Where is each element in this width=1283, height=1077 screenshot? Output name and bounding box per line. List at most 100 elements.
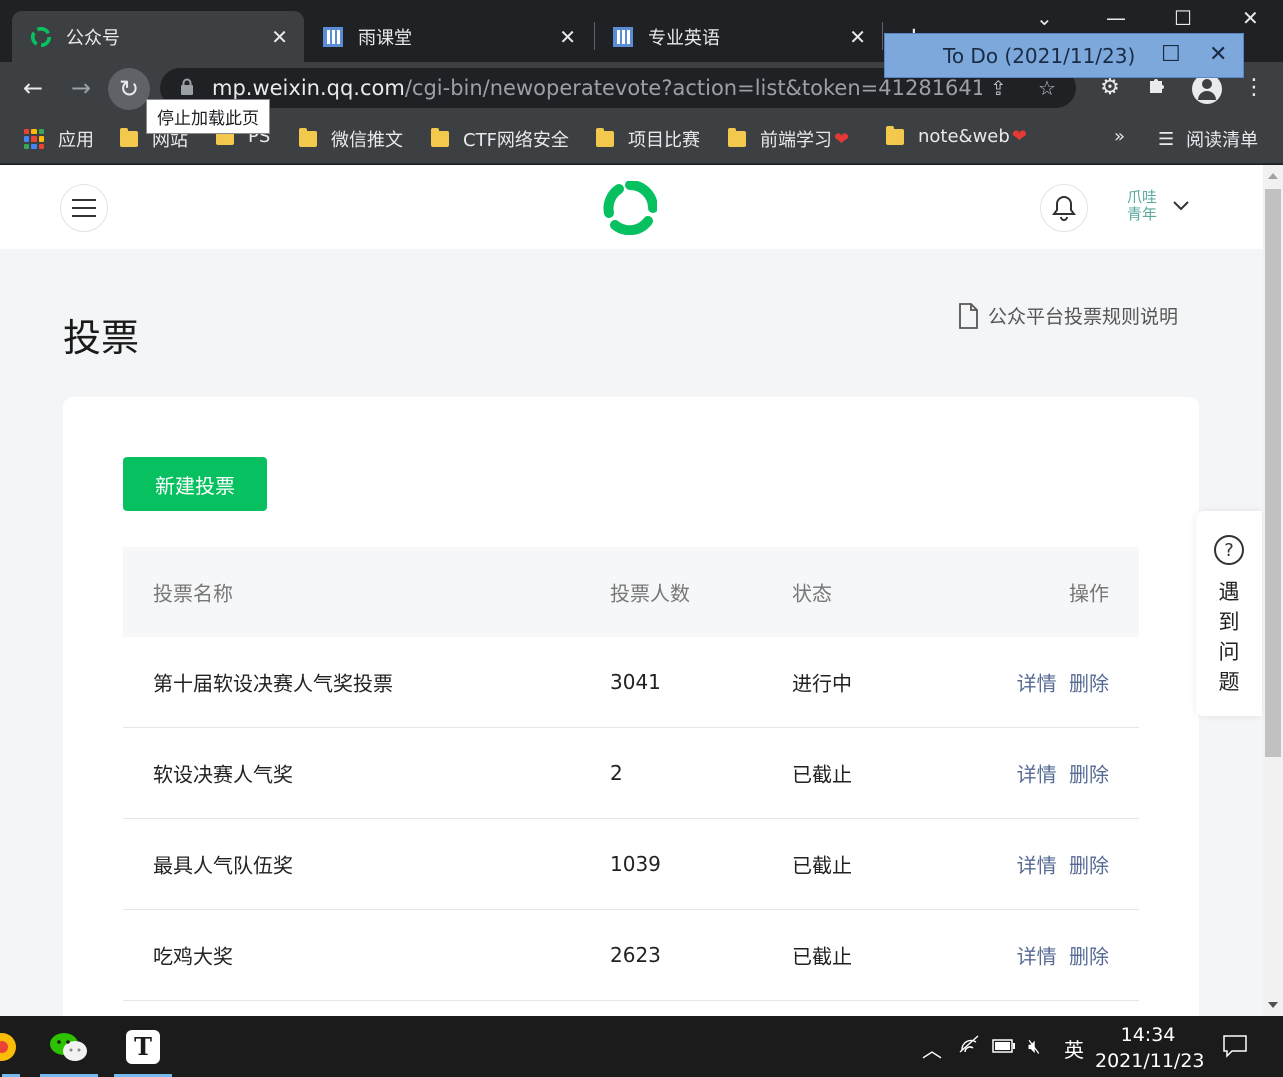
- table-row: 吃鸡大奖 2623 已截止 详情 删除: [123, 910, 1139, 1001]
- detail-link[interactable]: 详情: [1017, 854, 1057, 878]
- wechat-favicon-icon: [30, 26, 52, 48]
- vote-list-card: 新建投票 投票名称 投票人数 状态 操作 第十届软设决赛人气奖投票 3041 进…: [63, 397, 1199, 1016]
- scrollbar-thumb[interactable]: [1265, 189, 1281, 757]
- tab-gongzhonghao[interactable]: 公众号 ✕: [12, 11, 304, 62]
- menu-icon: [72, 199, 96, 201]
- vote-status: 已截止: [792, 853, 852, 878]
- bookmark-ctf[interactable]: CTF网络安全: [431, 126, 569, 152]
- vote-name: 最具人气队伍奖: [153, 853, 293, 878]
- share-icon[interactable]: ⇪: [990, 76, 1007, 100]
- tab-yuketang[interactable]: 雨课堂 ✕: [304, 11, 592, 62]
- todo-close-icon[interactable]: ✕: [1209, 42, 1227, 67]
- table-row: 最具人气队伍奖 1039 已截止 详情 删除: [123, 819, 1139, 910]
- vote-status: 进行中: [792, 671, 852, 696]
- yuketang-favicon-icon: [612, 26, 634, 48]
- window-close-icon[interactable]: ✕: [1242, 6, 1259, 30]
- tab-title: 公众号: [66, 27, 120, 49]
- scroll-down-arrow-icon[interactable]: [1268, 1002, 1278, 1008]
- notification-button[interactable]: [1040, 184, 1088, 232]
- new-vote-button[interactable]: 新建投票: [123, 457, 267, 511]
- bookmark-xiangmu-bisai[interactable]: 项目比赛: [596, 126, 700, 152]
- detail-link[interactable]: 详情: [1017, 672, 1057, 696]
- tab-title: 专业英语: [648, 27, 720, 49]
- row-actions: 详情 删除: [1017, 941, 1109, 970]
- vote-count: 2: [610, 761, 623, 785]
- battery-icon[interactable]: [992, 1034, 1016, 1058]
- notification-center-icon[interactable]: [1222, 1034, 1248, 1063]
- tab-zhuanye-yingyu[interactable]: 专业英语 ✕: [594, 11, 882, 62]
- chevron-down-icon[interactable]: [1172, 197, 1190, 216]
- lock-icon: [180, 78, 194, 100]
- bookmark-apps[interactable]: 应用: [24, 126, 94, 152]
- delete-link[interactable]: 删除: [1069, 945, 1109, 969]
- row-actions: 详情 删除: [1017, 850, 1109, 879]
- scroll-up-arrow-icon[interactable]: [1268, 173, 1278, 179]
- page-header: 爪哇 青年: [0, 165, 1263, 249]
- bookmark-note-web[interactable]: note&web ❤: [886, 125, 1027, 147]
- tab-search-chevron-icon[interactable]: ⌄: [1036, 6, 1053, 30]
- table-header: 投票名称 投票人数 状态 操作: [123, 547, 1139, 637]
- delete-link[interactable]: 删除: [1069, 672, 1109, 696]
- clock-date: 2021/11/23: [1095, 1050, 1205, 1072]
- detail-link[interactable]: 详情: [1017, 763, 1057, 787]
- tab-close-icon[interactable]: ✕: [849, 25, 866, 49]
- delete-link[interactable]: 删除: [1069, 854, 1109, 878]
- bookmark-qianduan[interactable]: 前端学习 ❤: [728, 126, 849, 152]
- yuketang-favicon-icon: [322, 26, 344, 48]
- tab-close-icon[interactable]: ✕: [559, 25, 576, 49]
- todo-window[interactable]: To Do (2021/11/23) ☐ ✕: [884, 33, 1244, 78]
- header-vote-count: 投票人数: [610, 581, 690, 606]
- tab-title: 雨课堂: [358, 27, 412, 49]
- taskbar-chrome[interactable]: [0, 1016, 22, 1077]
- profile-avatar-icon[interactable]: [1192, 74, 1222, 104]
- wechat-logo-icon[interactable]: [603, 180, 658, 236]
- account-avatar[interactable]: 爪哇 青年: [1124, 189, 1160, 225]
- windows-taskbar: T ︿ 🔇︎ 英 14:34 2021/11/23: [0, 1016, 1283, 1077]
- maximize-icon[interactable]: ☐: [1174, 6, 1192, 30]
- more-menu-icon[interactable]: ⋮: [1240, 74, 1268, 102]
- heart-icon: ❤: [1011, 126, 1027, 147]
- tab-close-icon[interactable]: ✕: [271, 25, 288, 49]
- row-actions: 详情 删除: [1017, 759, 1109, 788]
- delete-link[interactable]: 删除: [1069, 763, 1109, 787]
- vote-name: 软设决赛人气奖: [153, 762, 293, 787]
- vote-rules-link[interactable]: 公众平台投票规则说明: [958, 302, 1178, 329]
- taskbar-typora[interactable]: T: [112, 1016, 174, 1077]
- reload-icon: ↻: [118, 75, 140, 103]
- document-icon: [959, 302, 978, 329]
- menu-button[interactable]: [60, 184, 108, 232]
- volume-muted-icon[interactable]: 🔇︎: [1028, 1034, 1041, 1058]
- ime-indicator[interactable]: 英: [1064, 1034, 1084, 1063]
- page-title: 投票: [63, 316, 140, 360]
- vote-count: 3041: [610, 670, 661, 694]
- detail-link[interactable]: 详情: [1017, 945, 1057, 969]
- reload-tooltip: 停止加载此页: [146, 99, 270, 134]
- help-text: 遇到问题: [1218, 580, 1240, 694]
- header-status: 状态: [792, 581, 832, 606]
- extensions-puzzle-icon[interactable]: [1144, 74, 1172, 102]
- vote-table: 投票名称 投票人数 状态 操作 第十届软设决赛人气奖投票 3041 进行中 详情…: [123, 547, 1139, 1001]
- bookmark-weixin-tuiwen[interactable]: 微信推文: [299, 126, 403, 152]
- reload-button[interactable]: ↻: [108, 68, 150, 110]
- todo-maximize-icon[interactable]: ☐: [1161, 42, 1181, 67]
- folder-icon: [431, 128, 449, 147]
- extension-gear-icon[interactable]: ⚙: [1096, 74, 1124, 102]
- page-content: 爪哇 青年 投票 公众平台投票规则说明 新建投票 投票名称 投票人数 状态 操作…: [0, 165, 1263, 1016]
- taskbar-wechat[interactable]: [38, 1016, 100, 1077]
- minimize-icon[interactable]: —: [1106, 6, 1126, 30]
- show-hidden-icons-chevron-icon[interactable]: ︿: [922, 1034, 942, 1063]
- back-arrow-icon[interactable]: ←: [19, 74, 47, 102]
- typora-icon: T: [126, 1029, 160, 1064]
- vote-count: 1039: [610, 852, 661, 876]
- bell-icon: [1052, 195, 1076, 221]
- bookmark-star-icon[interactable]: ☆: [1038, 76, 1056, 100]
- help-widget[interactable]: ? 遇到问题: [1196, 511, 1262, 716]
- wifi-icon[interactable]: [958, 1034, 980, 1059]
- forward-arrow-icon[interactable]: →: [67, 74, 95, 102]
- vote-count: 2623: [610, 943, 661, 967]
- reading-list[interactable]: ☰ 阅读清单: [1158, 126, 1258, 152]
- page-scrollbar[interactable]: [1263, 165, 1283, 1016]
- taskbar-clock[interactable]: 14:34 2021/11/23: [1095, 1022, 1205, 1074]
- vote-name: 第十届软设决赛人气奖投票: [153, 671, 393, 696]
- bookmarks-overflow[interactable]: »: [1114, 126, 1125, 147]
